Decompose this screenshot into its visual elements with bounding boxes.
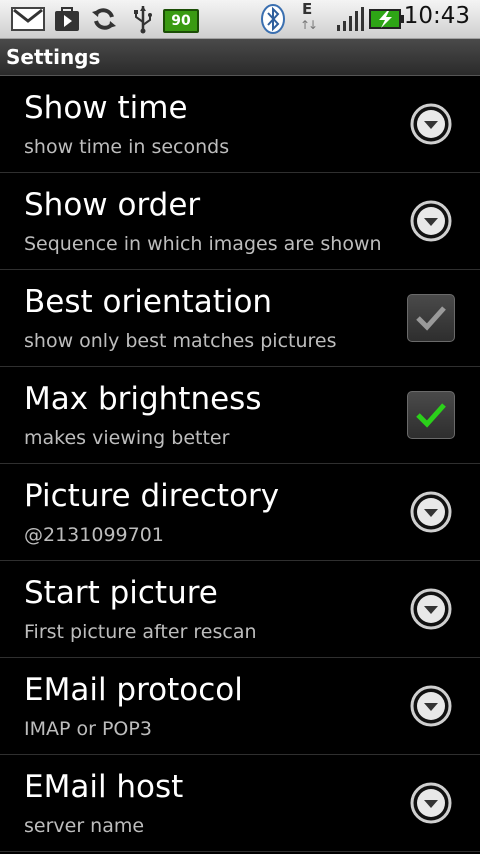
setting-title: Show time — [24, 90, 188, 126]
checkmark-icon — [416, 306, 446, 331]
setting-title: Show order — [24, 187, 201, 223]
battery-small-icon: 90 — [163, 9, 199, 33]
status-bar: 90 E ↑↓ 10:43 — [0, 0, 480, 39]
title-bar: Settings — [0, 39, 480, 76]
dropdown-arrow-icon[interactable] — [410, 685, 452, 727]
sync-icon — [89, 4, 119, 34]
dropdown-arrow-icon[interactable] — [410, 103, 452, 145]
setting-title: Max brightness — [24, 381, 262, 417]
checkbox-max-brightness[interactable] — [407, 391, 455, 439]
setting-title: Picture directory — [24, 478, 280, 514]
page-title: Settings — [6, 45, 101, 69]
usb-icon — [130, 4, 156, 34]
setting-summary: server name — [24, 815, 145, 837]
setting-summary: @2131099701 — [24, 524, 164, 546]
status-time: 10:43 — [403, 3, 470, 29]
checkbox-best-orientation[interactable] — [407, 294, 455, 342]
setting-title: EMail protocol — [24, 672, 243, 708]
setting-show-time[interactable]: Show time show time in seconds — [0, 76, 480, 173]
setting-summary: IMAP or POP3 — [24, 718, 152, 740]
play-store-icon — [52, 4, 82, 34]
setting-summary: First picture after rescan — [24, 621, 257, 643]
dropdown-arrow-icon[interactable] — [410, 588, 452, 630]
setting-email-protocol[interactable]: EMail protocol IMAP or POP3 — [0, 658, 480, 755]
dropdown-arrow-icon[interactable] — [410, 200, 452, 242]
setting-title: Start picture — [24, 575, 218, 611]
setting-summary: show time in seconds — [24, 136, 230, 158]
setting-start-picture[interactable]: Start picture First picture after rescan — [0, 561, 480, 658]
battery-charging-icon — [369, 4, 405, 34]
dropdown-arrow-icon[interactable] — [410, 491, 452, 533]
dropdown-arrow-icon[interactable] — [410, 782, 452, 824]
setting-summary: makes viewing better — [24, 427, 230, 449]
network-e-icon: E — [302, 0, 313, 18]
network-activity-icon: ↑↓ — [300, 18, 318, 32]
gmail-icon — [10, 4, 46, 34]
setting-email-host[interactable]: EMail host server name — [0, 755, 480, 852]
settings-list: Show time show time in seconds Show orde… — [0, 76, 480, 852]
battery-level: 90 — [171, 13, 191, 29]
setting-title: EMail host — [24, 769, 184, 805]
setting-picture-directory[interactable]: Picture directory @2131099701 — [0, 464, 480, 561]
checkmark-icon — [416, 403, 446, 428]
setting-summary: Sequence in which images are shown — [24, 233, 382, 255]
setting-summary: show only best matches pictures — [24, 330, 337, 352]
setting-max-brightness[interactable]: Max brightness makes viewing better — [0, 367, 480, 464]
bluetooth-icon — [259, 4, 287, 34]
setting-best-orientation[interactable]: Best orientation show only best matches … — [0, 270, 480, 367]
setting-show-order[interactable]: Show order Sequence in which images are … — [0, 173, 480, 270]
setting-title: Best orientation — [24, 284, 273, 320]
signal-icon — [335, 4, 365, 34]
